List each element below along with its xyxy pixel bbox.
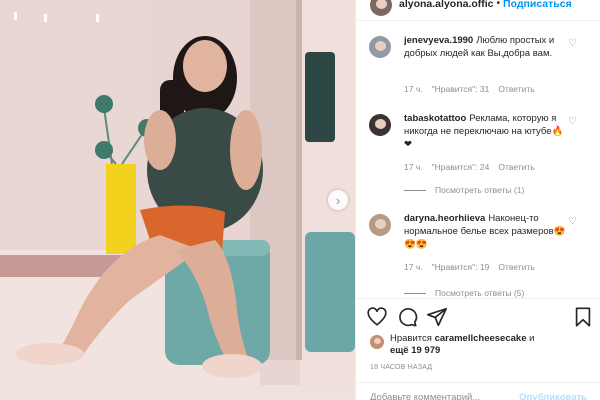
view-replies-label: Посмотреть ответы (5): [435, 288, 525, 298]
commenter-avatar[interactable]: [369, 114, 391, 136]
comment-time: 17 ч.: [404, 262, 423, 272]
post-timestamp: 18 ЧАСОВ НАЗАД: [370, 364, 433, 371]
reply-button[interactable]: Ответить: [498, 162, 534, 172]
comment-likes-count[interactable]: "Нравится": 31: [432, 84, 490, 94]
comment-meta: 17 ч. "Нравится": 31 Ответить: [404, 84, 535, 94]
heart-icon[interactable]: [366, 306, 388, 328]
post-header: alyona.alyona.offic • Подписаться: [356, 0, 600, 20]
post-sidebar: alyona.alyona.offic • Подписаться jenevy…: [355, 0, 600, 400]
replies-line: [404, 292, 426, 294]
post-photo: ›: [0, 0, 355, 400]
comment-like-icon[interactable]: ♡: [568, 116, 577, 127]
replies-line: [404, 189, 426, 191]
follow-button[interactable]: Подписаться: [503, 0, 572, 10]
reply-button[interactable]: Ответить: [498, 262, 534, 272]
comment-box-divider: [356, 382, 600, 383]
chevron-right-icon: ›: [335, 192, 341, 208]
add-comment-bar: Опубликовать: [356, 388, 600, 400]
commenter-avatar[interactable]: [369, 36, 391, 58]
likes-count[interactable]: ещё 19 979: [390, 345, 440, 356]
publish-button[interactable]: Опубликовать: [519, 392, 587, 400]
liker-username[interactable]: caramellcheesecake: [435, 333, 527, 344]
likes-summary: Нравится caramellcheesecake и ещё 19 979: [370, 333, 595, 361]
view-replies-label: Посмотреть ответы (1): [435, 185, 525, 195]
comment-meta: 17 ч. "Нравится": 24 Ответить: [404, 162, 535, 172]
comment-input[interactable]: [370, 392, 520, 400]
bookmark-icon[interactable]: [572, 306, 594, 328]
comment-time: 17 ч.: [404, 162, 423, 172]
commenter-username[interactable]: jenevyeva.1990: [404, 35, 473, 46]
header-separator: •: [496, 0, 501, 9]
author-avatar[interactable]: [370, 0, 392, 16]
comment-time: 17 ч.: [404, 84, 423, 94]
comment-like-icon[interactable]: ♡: [568, 38, 577, 49]
commenter-username[interactable]: daryna.heorhiieva: [404, 213, 485, 224]
author-username[interactable]: alyona.alyona.offic: [399, 0, 494, 10]
likes-text: Нравится caramellcheesecake и ещё 19 979: [390, 333, 534, 357]
post-actions: [356, 306, 600, 330]
likes-prefix: Нравится: [390, 333, 432, 344]
commenter-avatar[interactable]: [369, 214, 391, 236]
header-divider: [356, 20, 600, 21]
reply-button[interactable]: Ответить: [498, 84, 534, 94]
comment-body: tabaskotattoo Реклама, которую я никогда …: [404, 112, 569, 151]
comment-meta: 17 ч. "Нравится": 19 Ответить: [404, 262, 535, 272]
comment-likes-count[interactable]: "Нравится": 24: [432, 162, 490, 172]
view-replies-button[interactable]: Посмотреть ответы (1): [404, 185, 524, 195]
liker-avatar[interactable]: [370, 335, 384, 349]
comment-like-icon[interactable]: ♡: [568, 216, 577, 227]
actions-divider: [356, 298, 600, 299]
comment-body: daryna.heorhiieva Наконец-то нормальное б…: [404, 212, 569, 251]
view-replies-button[interactable]: Посмотреть ответы (5): [404, 288, 524, 298]
share-icon[interactable]: [426, 306, 448, 328]
photo-illustration: [0, 0, 355, 400]
next-photo-button[interactable]: ›: [328, 190, 348, 210]
comment-icon[interactable]: [396, 306, 418, 328]
likes-suffix: и: [529, 333, 535, 344]
comment-body: jenevyeva.1990 Люблю простых и добрых люд…: [404, 34, 569, 60]
commenter-username[interactable]: tabaskotattoo: [404, 113, 466, 124]
comment-likes-count[interactable]: "Нравится": 19: [432, 262, 490, 272]
